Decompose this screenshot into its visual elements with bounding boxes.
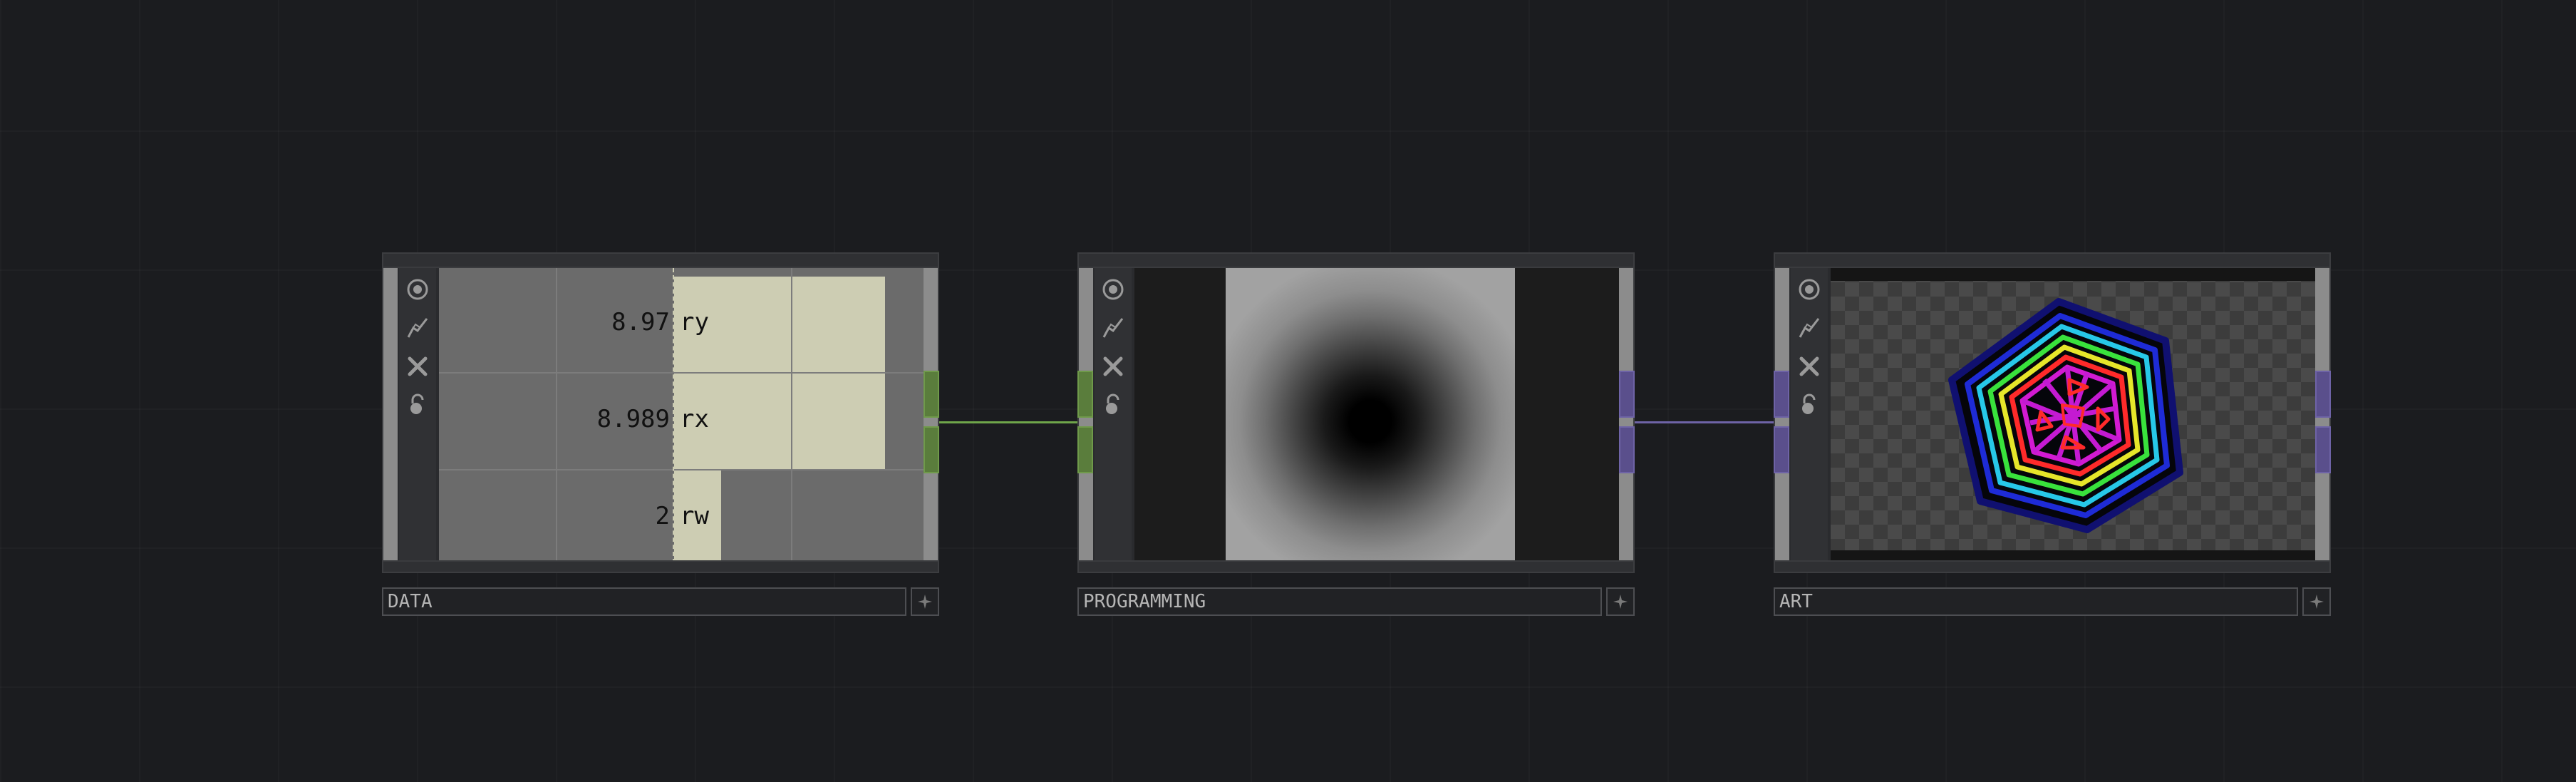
radial-gradient-image [1226,268,1515,563]
add-button[interactable] [1606,587,1635,616]
channel-value-rw: 2 [655,502,670,530]
bypass-icon[interactable] [403,352,432,381]
cook-flag-icon[interactable] [1795,314,1824,342]
letterbox-top [1831,268,2317,281]
channel-name-ry: ry [680,308,709,336]
output-connector[interactable] [2315,371,2331,418]
node-art[interactable]: ART [1774,252,2331,622]
output-connector[interactable] [924,371,939,418]
plus-icon [918,595,932,609]
lock-icon[interactable] [403,391,432,419]
add-button[interactable] [911,587,939,616]
node-frame [1774,252,2331,573]
node-name-field[interactable]: PROGRAMMING [1077,587,1602,616]
bypass-icon[interactable] [1099,352,1127,381]
grid-line [439,372,925,374]
image-viewer [1831,268,2317,563]
wire-programming-to-art[interactable] [1633,421,1776,423]
node-icon-column [1095,268,1132,563]
wire-data-to-programming[interactable] [938,421,1080,423]
node-bottom-bar [383,560,938,572]
plus-icon [1613,595,1628,609]
plus-icon [2309,595,2324,609]
node-bottom-bar [1775,560,2329,572]
output-connector[interactable] [924,426,939,473]
node-frame: 8.97 ry 8.989 rx 2 rw [382,252,939,573]
viewer-active-icon[interactable] [1099,275,1127,304]
bypass-icon[interactable] [1795,352,1824,381]
node-name-field[interactable]: DATA [382,587,906,616]
data-table-viewer: 8.97 ry 8.989 rx 2 rw [439,268,925,563]
node-top-bar [1079,254,1633,268]
cook-flag-icon[interactable] [1099,314,1127,342]
node-programming[interactable]: PROGRAMMING [1077,252,1635,622]
image-viewer [1134,268,1620,563]
cook-flag-icon[interactable] [403,314,432,342]
output-connector[interactable] [1619,371,1635,418]
channel-name-rw: rw [680,502,709,530]
input-connector[interactable] [1774,426,1789,473]
channel-value-rx: 8.989 [596,405,670,433]
node-bottom-bar [1079,560,1633,572]
viewer-active-icon[interactable] [1795,275,1824,304]
channel-value-ry: 8.97 [611,308,670,336]
node-name-field[interactable]: ART [1774,587,2298,616]
lock-icon[interactable] [1795,391,1824,419]
output-connector[interactable] [1619,426,1635,473]
node-frame [1077,252,1635,573]
viewer-active-icon[interactable] [403,275,432,304]
node-top-bar [1775,254,2329,268]
node-icon-column [399,268,436,563]
node-left-strip [383,268,398,563]
node-top-bar [383,254,938,268]
node-icon-column [1791,268,1828,563]
add-button[interactable] [2302,587,2331,616]
grid-line [556,268,557,563]
lock-icon[interactable] [1099,391,1127,419]
grid-line [439,469,925,470]
divider [673,268,674,563]
grid-line [791,268,792,563]
input-connector[interactable] [1077,426,1093,473]
node-data[interactable]: 8.97 ry 8.989 rx 2 rw DATA [382,252,939,622]
rainbow-polygon-art [1948,298,2183,533]
input-connector[interactable] [1077,371,1093,418]
channel-name-rx: rx [680,405,709,433]
input-connector[interactable] [1774,371,1789,418]
output-connector[interactable] [2315,426,2331,473]
